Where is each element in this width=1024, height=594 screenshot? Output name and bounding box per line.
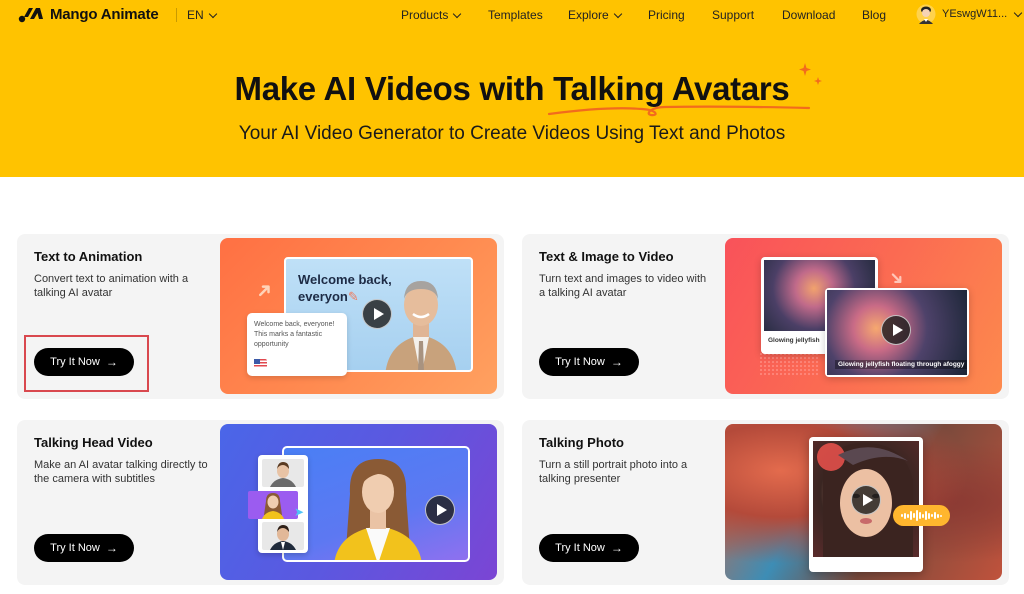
pencil-icon: ✎	[347, 289, 359, 304]
preview-thumbnail[interactable]: ➤	[220, 424, 497, 580]
hero-title-highlight: Talking Avatars	[548, 70, 811, 117]
male-avatar-icon	[270, 525, 296, 550]
top-navigation: Mango Animate EN Products Templates Expl…	[0, 0, 1024, 30]
chevron-down-icon	[208, 9, 217, 18]
preview-thumbnail[interactable]	[725, 424, 1002, 580]
female-avatar-icon	[262, 493, 284, 519]
feature-card-text-image-to-video: Text & Image to Video Turn text and imag…	[522, 234, 1009, 399]
portrait-photo	[813, 441, 919, 557]
arrow-icon: ➜	[251, 277, 279, 305]
arrow-right-icon: →	[610, 355, 623, 369]
male-avatar-icon	[270, 462, 296, 487]
brand-name: Mango Animate	[50, 5, 159, 23]
presenter-avatar	[334, 459, 422, 560]
arrow-right-icon: →	[610, 541, 623, 555]
nav-blog-label: Blog	[862, 8, 887, 22]
chevron-down-icon	[1013, 8, 1023, 17]
play-button[interactable]	[362, 299, 392, 329]
language-label: EN	[187, 8, 204, 22]
nav-pricing-label: Pricing	[648, 8, 685, 22]
button-label: Try It Now	[50, 542, 100, 554]
nav-templates[interactable]: Templates	[488, 8, 543, 22]
highlight-annotation	[24, 335, 149, 392]
card-description: Convert text to animation with a talking…	[34, 273, 189, 299]
user-name: YEswgW11...	[942, 8, 1008, 20]
divider	[176, 8, 177, 22]
language-selector[interactable]: EN	[187, 8, 217, 22]
audio-waveform-icon	[893, 505, 950, 526]
hero-subtitle: Your AI Video Generator to Create Videos…	[238, 123, 786, 144]
avatar-option[interactable]	[262, 522, 304, 550]
video-subtitle: Glowing jellyfish floating through afogg…	[835, 360, 968, 369]
card-title: Talking Head Video	[34, 435, 153, 450]
script-input-card: Welcome back, everyone! This marks a fan…	[247, 313, 347, 376]
chevron-down-icon	[453, 9, 462, 18]
play-button[interactable]	[881, 315, 911, 345]
hero-title-prefix: Make AI Videos with	[234, 70, 554, 107]
preview-thumbnail[interactable]: Glowing jellyfish ➜ Glowing jellyfish fl…	[725, 238, 1002, 394]
hand-drawn-underline	[548, 105, 811, 117]
nav-pricing[interactable]: Pricing	[648, 8, 685, 22]
card-description: Turn text and images to video with a tal…	[539, 273, 707, 299]
nav-explore-label: Explore	[568, 8, 609, 22]
try-it-now-button[interactable]: Try It Now →	[34, 534, 134, 562]
nav-blog[interactable]: Blog	[862, 8, 886, 22]
card-description: Make an AI avatar talking directly to th…	[34, 459, 208, 485]
avatar-option[interactable]	[262, 459, 304, 487]
nav-support-label: Support	[712, 8, 755, 22]
button-label: Try It Now	[555, 356, 605, 368]
sparkle-icon	[799, 63, 822, 85]
nav-templates-label: Templates	[488, 8, 543, 22]
nav-products[interactable]: Products	[401, 8, 462, 22]
avatar-selector-list	[248, 455, 308, 553]
button-label: Try It Now	[555, 542, 605, 554]
nav-products-label: Products	[401, 8, 449, 22]
screen-caption-line2-text: everyon	[298, 289, 348, 304]
feature-card-talking-photo: Talking Photo Turn a still portrait phot…	[522, 420, 1009, 585]
chevron-down-icon	[613, 9, 622, 18]
dot-pattern	[759, 352, 819, 376]
avatar-option-selected[interactable]	[248, 491, 298, 519]
nav-download-label: Download	[782, 8, 836, 22]
card-title: Text to Animation	[34, 249, 143, 264]
play-button[interactable]	[425, 495, 455, 525]
hero-title: Make AI Videos with Talking Avatars	[0, 70, 1024, 117]
brand-logo[interactable]: Mango Animate	[18, 5, 159, 23]
source-image-caption: Glowing jellyfish	[768, 337, 820, 344]
nav-support[interactable]: Support	[712, 8, 754, 22]
try-it-now-button[interactable]: Try It Now →	[539, 534, 639, 562]
arrow-right-icon: →	[105, 541, 118, 555]
hero-section: Mango Animate EN Products Templates Expl…	[0, 0, 1024, 177]
card-title: Text & Image to Video	[539, 249, 674, 264]
cursor-icon: ➤	[294, 505, 305, 519]
script-input-text: Welcome back, everyone! This marks a fan…	[254, 321, 335, 348]
us-flag-icon	[254, 359, 267, 368]
try-it-now-button[interactable]: Try It Now →	[539, 348, 639, 376]
preview-thumbnail[interactable]: ➜ Welcome back, everyon✎ Welcome back, e…	[220, 238, 497, 394]
nav-explore[interactable]: Explore	[568, 8, 622, 22]
video-screen	[282, 446, 470, 562]
user-menu[interactable]: YEswgW11...	[916, 3, 1023, 25]
card-description: Turn a still portrait photo into a talki…	[539, 459, 688, 485]
mango-logo-icon	[18, 8, 43, 23]
output-video-card: Glowing jellyfish floating through afogg…	[825, 288, 969, 377]
user-avatar-icon	[916, 4, 936, 24]
feature-card-talking-head-video: Talking Head Video Make an AI avatar tal…	[17, 420, 504, 585]
nav-download[interactable]: Download	[782, 8, 835, 22]
card-title: Talking Photo	[539, 435, 624, 450]
play-button[interactable]	[851, 485, 881, 515]
